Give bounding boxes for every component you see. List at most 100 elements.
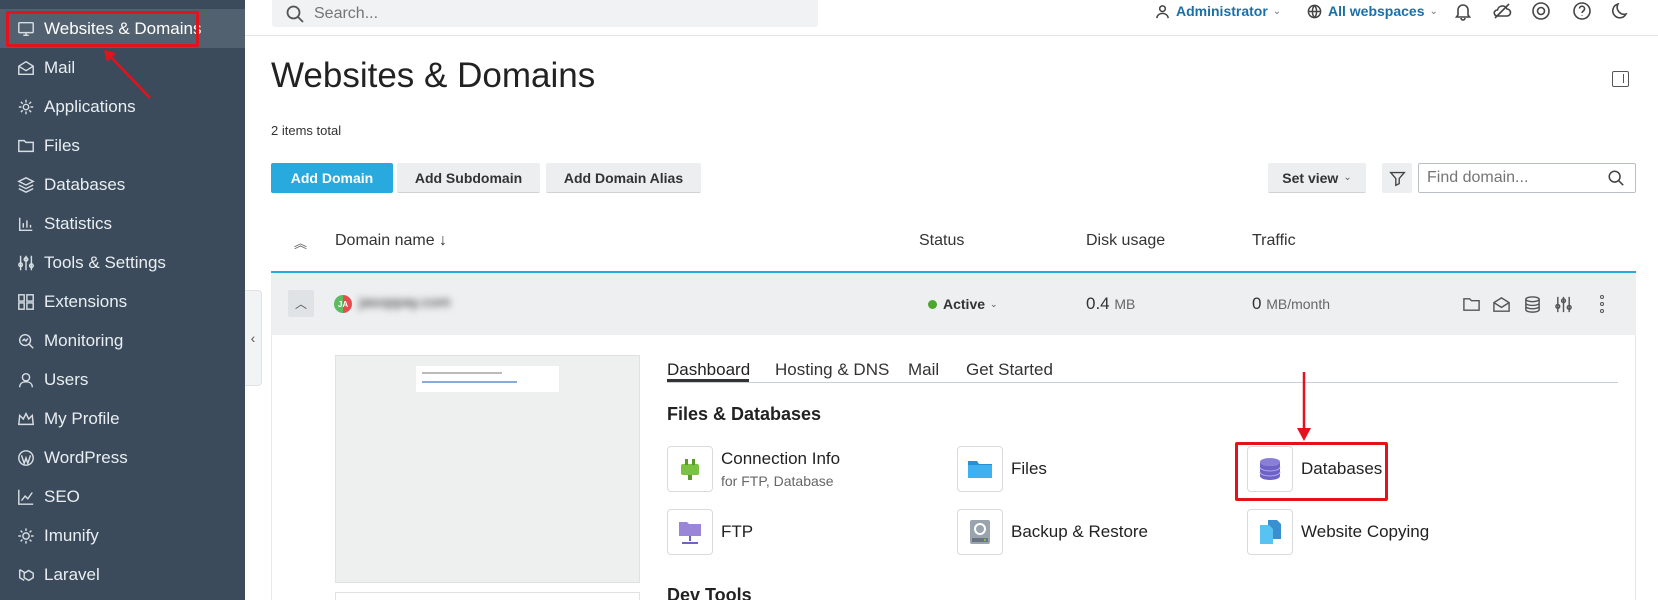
sidebar-item-imunify[interactable]: Imunify xyxy=(0,516,245,555)
sidebar-item-extensions[interactable]: Extensions xyxy=(0,282,245,321)
column-traffic[interactable]: Traffic xyxy=(1252,232,1296,250)
sidebar-item-laravel[interactable]: Laravel xyxy=(0,555,245,594)
sidebar-item-label: Mail xyxy=(44,57,76,77)
ftp-folder-icon xyxy=(667,509,713,555)
sidebar-item-label: Files xyxy=(44,135,80,155)
sidebar-item-databases[interactable]: Databases xyxy=(0,165,245,204)
tool-backup-restore[interactable]: Backup & Restore xyxy=(957,509,1148,555)
sidebar-item-users[interactable]: Users xyxy=(0,360,245,399)
tool-label: FTP xyxy=(721,522,754,541)
disk-usage-value: 0.4 MB xyxy=(1086,294,1135,314)
user-menu[interactable]: Administrator ⌄ xyxy=(1155,0,1281,22)
sidebar-item-label: Applications xyxy=(44,96,136,116)
magnifier-icon xyxy=(16,331,36,351)
column-status[interactable]: Status xyxy=(919,232,964,250)
sidebar-item-seo[interactable]: SEO xyxy=(0,477,245,516)
set-view-button[interactable]: Set view ⌄ xyxy=(1268,163,1366,193)
more-actions-icon[interactable] xyxy=(1600,295,1604,313)
cog-icon xyxy=(16,526,36,546)
sidebar-item-applications[interactable]: Applications xyxy=(0,87,245,126)
sidebar-item-label: Statistics xyxy=(44,213,113,233)
tool-label: Website Copying xyxy=(1301,522,1430,541)
column-domain-name[interactable]: Domain name ↓ xyxy=(335,232,447,250)
find-domain-field[interactable] xyxy=(1418,163,1636,193)
collapse-all-icon[interactable]: ︽ xyxy=(294,233,307,252)
global-search[interactable] xyxy=(272,0,818,27)
theme-toggle-button[interactable] xyxy=(1611,1,1631,21)
add-subdomain-button[interactable]: Add Subdomain xyxy=(397,163,540,193)
folder-icon xyxy=(1463,298,1480,311)
cloud-button[interactable] xyxy=(1492,1,1512,21)
user-name: Administrator xyxy=(1176,3,1268,19)
envelope-icon xyxy=(16,58,36,78)
sidebar-collapse-handle[interactable]: ‹ xyxy=(245,290,262,386)
page-title: Websites & Domains xyxy=(271,56,596,95)
disk-unit: MB xyxy=(1114,296,1136,312)
status-badge[interactable]: Active ⌄ xyxy=(928,296,998,312)
find-domain-input[interactable] xyxy=(1427,169,1607,187)
globe-icon xyxy=(1307,4,1322,18)
grid-icon xyxy=(16,292,36,312)
sidebar-item-files[interactable]: Files xyxy=(0,126,245,165)
sidebar-item-monitoring[interactable]: Monitoring xyxy=(0,321,245,360)
help-center-button[interactable] xyxy=(1531,1,1551,21)
tab-dashboard[interactable]: Dashboard xyxy=(667,360,750,380)
items-total: 2 items total xyxy=(271,123,342,138)
sidebar: Websites & Domains Mail Applications Fil… xyxy=(0,0,245,600)
sidebar-item-label: Websites & Domains xyxy=(44,18,202,38)
column-disk-usage[interactable]: Disk usage xyxy=(1086,232,1165,250)
row-databases-button[interactable] xyxy=(1523,295,1542,314)
tab-hosting-dns[interactable]: Hosting & DNS xyxy=(775,360,889,380)
sidebar-item-mail[interactable]: Mail xyxy=(0,48,245,87)
panel-toggle-icon[interactable] xyxy=(1612,71,1629,87)
sidebar-item-label: Laravel xyxy=(44,564,100,584)
notifications-button[interactable] xyxy=(1453,1,1473,21)
tool-website-copying[interactable]: Website Copying xyxy=(1247,509,1429,555)
sidebar-item-label: My Profile xyxy=(44,408,120,428)
tool-databases[interactable]: Databases xyxy=(1247,446,1382,492)
sidebar-item-my-profile[interactable]: My Profile xyxy=(0,399,245,438)
tab-mail[interactable]: Mail xyxy=(908,360,939,380)
sidebar-item-tools-settings[interactable]: Tools & Settings xyxy=(0,243,245,282)
preview-secondary xyxy=(335,592,640,600)
traffic-unit: MB/month xyxy=(1266,296,1331,312)
wordpress-icon xyxy=(16,448,36,468)
sidebar-item-statistics[interactable]: Statistics xyxy=(0,204,245,243)
row-mail-button[interactable] xyxy=(1492,295,1511,314)
crown-icon xyxy=(16,409,36,429)
chevron-up-icon: ︿ xyxy=(294,297,307,311)
tool-label: Files xyxy=(1011,459,1047,478)
tool-sublabel: for FTP, Database xyxy=(721,473,834,489)
help-button[interactable] xyxy=(1572,1,1592,21)
layers-icon xyxy=(16,175,36,195)
sidebar-item-label: Databases xyxy=(44,174,126,194)
webspace-name: All webspaces xyxy=(1328,3,1425,19)
database-icon xyxy=(1525,296,1540,313)
traffic-value: 0 MB/month xyxy=(1252,294,1330,314)
status-dot xyxy=(928,299,937,309)
tool-ftp[interactable]: FTP xyxy=(667,509,753,555)
row-files-button[interactable] xyxy=(1462,295,1481,314)
sidebar-item-wordpress[interactable]: WordPress xyxy=(0,438,245,477)
tab-get-started[interactable]: Get Started xyxy=(966,360,1053,380)
sidebar-item-websites-domains[interactable]: Websites & Domains xyxy=(0,9,245,48)
tool-files[interactable]: Files xyxy=(957,446,1047,492)
webspace-selector[interactable]: All webspaces ⌄ xyxy=(1307,0,1438,22)
website-preview[interactable] xyxy=(335,355,640,583)
row-collapse-button[interactable]: ︿ xyxy=(288,290,314,317)
envelope-icon xyxy=(1493,297,1510,312)
active-tab-indicator xyxy=(667,379,749,382)
search-icon xyxy=(286,5,304,23)
cloud-icon xyxy=(1493,3,1512,19)
search-input[interactable] xyxy=(314,4,794,23)
tool-label: Backup & Restore xyxy=(1011,522,1149,541)
chevron-down-icon: ⌄ xyxy=(990,298,998,309)
filter-button[interactable] xyxy=(1382,163,1412,193)
add-domain-alias-button[interactable]: Add Domain Alias xyxy=(546,163,701,193)
row-settings-button[interactable] xyxy=(1554,295,1573,314)
tool-connection-info[interactable]: Connection Info for FTP, Database xyxy=(667,446,840,492)
add-domain-button[interactable]: Add Domain xyxy=(271,163,393,193)
chevron-down-icon: ⌄ xyxy=(1272,5,1282,17)
domain-name-link[interactable]: jasoppay.com xyxy=(359,294,450,311)
chevron-down-icon: ⌄ xyxy=(1429,5,1438,17)
